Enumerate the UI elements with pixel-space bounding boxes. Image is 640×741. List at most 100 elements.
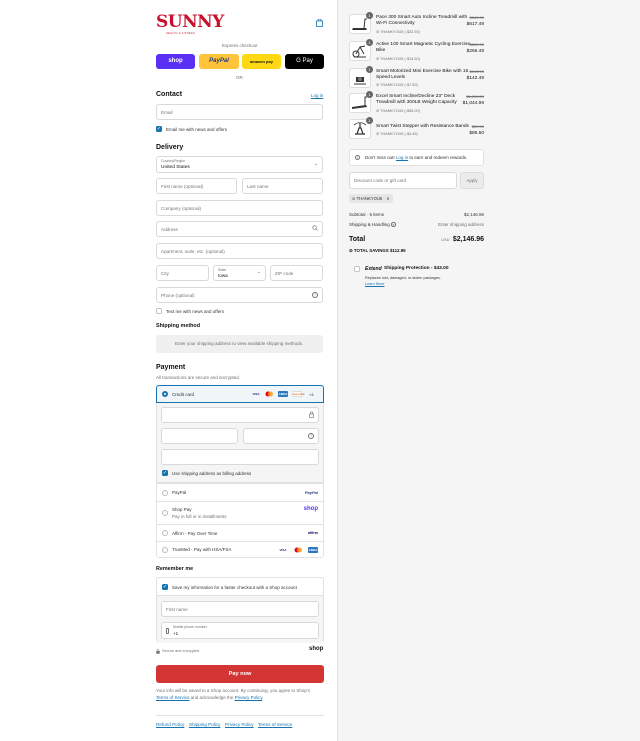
privacy-link[interactable]: Privacy Policy [235, 695, 263, 700]
product-discount: ⊘ THANKYOU5 (-$55.00) [376, 109, 420, 113]
amazon-pay-button[interactable]: amazon pay [242, 54, 281, 69]
truemed-option[interactable]: TrueMed - Pay with HSA/FSA VISA AMEX [156, 541, 324, 558]
shipping-method-note: Enter your shipping address to view avai… [175, 341, 304, 346]
city-placeholder: City [161, 271, 169, 276]
remember-first-name-placeholder: First name [166, 607, 188, 612]
mobile-phone-field[interactable]: Mobile phone number +1 [161, 622, 319, 639]
address-placeholder: Address [161, 227, 178, 232]
shop-pay-radio[interactable] [162, 510, 168, 516]
login-link[interactable]: Log in [311, 93, 323, 98]
product-price: $1,044.99 [462, 101, 484, 106]
product-discount-code: THANKYOU5 (-$32.50) [380, 30, 420, 34]
extend-brand: Extend [365, 266, 382, 272]
affirm-radio[interactable] [162, 530, 168, 536]
terms-link[interactable]: Terms of Service [156, 695, 190, 700]
save-info-checkbox[interactable]: ✓ [162, 584, 168, 590]
phone-field[interactable]: Phone (optional) ? [156, 287, 323, 303]
total-value-wrap: USD $2,146.96 [441, 236, 484, 243]
product-discount: ⊘ THANKYOU5 (-$13.50) [376, 57, 420, 61]
paypal-button[interactable]: PayPal [199, 54, 239, 69]
secure-encrypted-text: Secure and encrypted [162, 649, 200, 653]
privacy-policy-link[interactable]: Privacy Policy [225, 722, 254, 727]
last-name-field[interactable]: Last name [242, 178, 323, 194]
product-title: Active 100 Smart Magnetic Cycling Exerci… [376, 42, 471, 53]
apartment-field[interactable]: Apartment, suite, etc. (optional) [156, 243, 323, 259]
extend-description: Replaces lost, damaged, or stolen packag… [365, 276, 441, 280]
shop-pay-button[interactable]: shop [156, 54, 195, 69]
extend-checkbox[interactable] [354, 266, 360, 272]
country-select[interactable]: Country/Region United States ⌄ [156, 156, 323, 173]
extend-protection[interactable]: Extend Shipping Protection - $43.00 Repl… [349, 262, 484, 290]
cart-bag-icon[interactable] [316, 18, 323, 27]
extend-title: Shipping Protection - $43.00 [384, 266, 449, 271]
text-news-checkbox[interactable] [156, 308, 162, 314]
legal-text-line1: Your info will be saved to a Shop accoun… [156, 688, 311, 693]
name-on-card-field[interactable] [161, 449, 319, 465]
zip-placeholder: ZIP code [275, 271, 294, 276]
rewards-rest: to earn and redeem rewards. [409, 155, 468, 160]
credit-card-fields: ? ✓ Use shipping address as billing addr… [156, 403, 324, 483]
affirm-option-label: Affirm - Pay Over Time [172, 531, 218, 536]
security-code-field[interactable]: ? [243, 428, 319, 444]
pay-now-button[interactable]: Pay now [156, 665, 324, 683]
refund-policy-link[interactable]: Refund Policy [156, 722, 184, 727]
credit-card-option[interactable]: Credit card VISA AMEX DISCOVER +4 [156, 385, 324, 403]
help-icon[interactable]: ? [391, 222, 396, 227]
credit-card-radio[interactable] [162, 391, 168, 397]
rewards-login-link[interactable]: Log in [396, 155, 408, 160]
google-pay-button[interactable]: G Pay [285, 54, 324, 69]
remember-me-fields: First name Mobile phone number +1 [157, 595, 323, 643]
affirm-option[interactable]: Affirm - Pay Over Time affirm [156, 524, 324, 541]
email-news-checkbox[interactable]: ✓ [156, 126, 162, 132]
discount-code-field[interactable]: Discount code or gift card [349, 172, 457, 189]
address-field[interactable]: Address [156, 221, 323, 237]
shop-pay-logo: shop [303, 506, 318, 512]
zip-field[interactable]: ZIP code [270, 265, 323, 281]
mastercard-logo [264, 391, 274, 397]
legal-text: Your info will be saved to a Shop accoun… [156, 688, 310, 701]
city-field[interactable]: City [156, 265, 209, 281]
help-icon[interactable]: ? [312, 292, 318, 298]
shop-pay-option[interactable]: Shop Pay Pay in full or in installments … [156, 501, 324, 524]
tag-icon: ⊘ [352, 196, 356, 201]
country-value: United States [161, 165, 190, 170]
email-field[interactable]: Email [156, 104, 323, 120]
product-thumbnail: 1 [349, 91, 373, 113]
lock-icon [309, 411, 314, 420]
apply-button[interactable]: Apply [460, 172, 484, 189]
company-placeholder: Company (optional) [161, 206, 202, 211]
help-icon[interactable]: ? [308, 433, 314, 439]
remember-first-name-field[interactable]: First name [161, 601, 319, 617]
terms-of-service-link[interactable]: Terms of Service [258, 722, 292, 727]
brand-logo[interactable]: SUNNY HEALTH & FITNESS [156, 12, 224, 38]
remember-me-heading: Remember me [156, 566, 194, 572]
visa-logo: VISA [279, 548, 287, 552]
brand-name: SUNNY [156, 12, 224, 32]
company-field[interactable]: Company (optional) [156, 200, 323, 216]
paypal-option[interactable]: PayPal PayPal [156, 483, 324, 501]
first-name-field[interactable]: First name (optional) [156, 178, 237, 194]
learn-more-link[interactable]: Learn More [365, 282, 384, 286]
product-original-price: $649.99 [469, 15, 484, 20]
card-number-field[interactable] [161, 407, 319, 423]
rewards-lead: Don't miss out! [365, 155, 395, 160]
state-select[interactable]: State Iowa ⌄ [213, 265, 266, 281]
legal-period: . [262, 694, 264, 700]
truemed-radio[interactable] [162, 547, 168, 553]
shipping-policy-link[interactable]: Shipping Policy [189, 722, 220, 727]
mobile-phone-label: Mobile phone number [173, 625, 207, 629]
discover-logo: DISCOVER [292, 391, 304, 397]
credit-card-label: Credit card [172, 392, 195, 397]
rewards-text: Don't miss out! Log in to earn and redee… [365, 155, 467, 160]
expiration-field[interactable] [161, 428, 238, 444]
product-price: $256.49 [466, 49, 484, 54]
total-savings-value: $112.99 [389, 248, 406, 253]
shop-pay-option-sub: Pay in full or in installments [172, 514, 227, 519]
remove-tag-icon[interactable]: ✕ [386, 196, 390, 201]
billing-address-checkbox[interactable]: ✓ [162, 470, 168, 476]
secure-lock-icon [156, 649, 160, 656]
paypal-radio[interactable] [162, 490, 168, 496]
delivery-heading: Delivery [156, 144, 184, 151]
shipping-label: Shipping & Handling ? [349, 222, 396, 227]
rewards-banner: i Don't miss out! Log in to earn and red… [349, 149, 484, 166]
